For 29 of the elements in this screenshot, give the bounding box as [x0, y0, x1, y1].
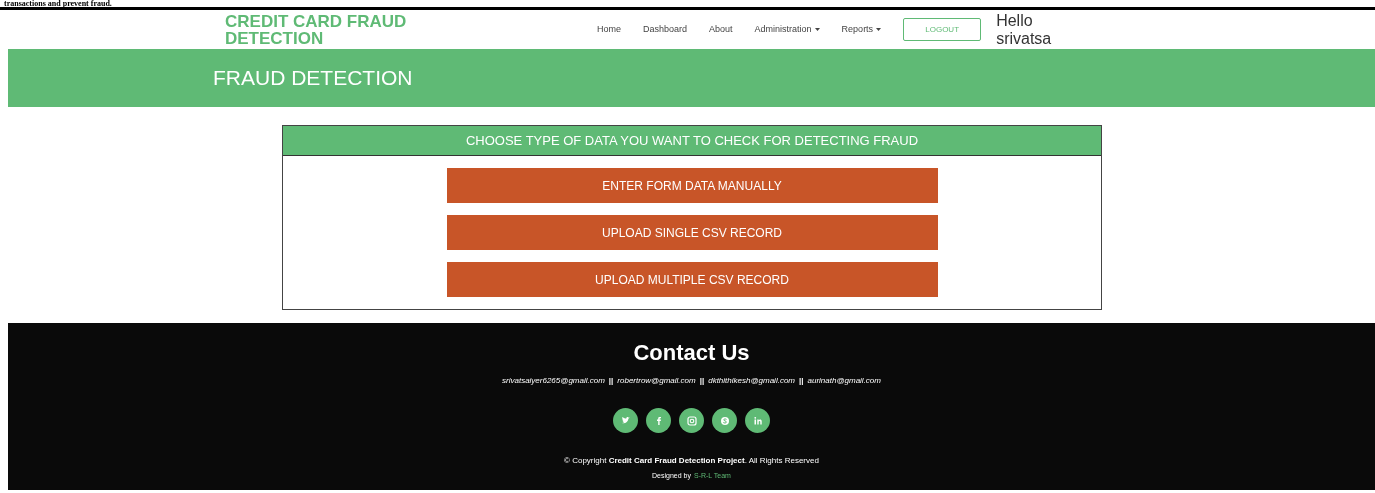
caret-icon [814, 28, 820, 31]
camera-icon [684, 413, 699, 428]
social-button[interactable] [712, 408, 737, 433]
separator-text: || [699, 375, 705, 387]
document-text: transactions and prevent fraud. [4, 0, 112, 7]
social-button[interactable] [745, 408, 770, 433]
nav-link[interactable]: Dashboard [643, 22, 688, 37]
email-link[interactable]: dkthithikesh@gmail.com [708, 375, 795, 387]
banner-title: FRAUD DETECTION [213, 65, 413, 92]
nav-link[interactable]: Home [597, 22, 621, 37]
greeting-text: Hello srivatsa [996, 11, 1053, 48]
email-link[interactable]: aurinath@gmail.com [807, 375, 881, 387]
email-link[interactable]: srivatsaiyer6265@gmail.com [502, 375, 605, 387]
email-link[interactable]: robertrow@gmail.com [617, 375, 696, 387]
social-button[interactable] [646, 408, 671, 433]
option-button[interactable]: ENTER FORM DATA MANUALLY [446, 168, 938, 203]
nav-link[interactable]: About [709, 22, 733, 37]
option-button[interactable]: UPLOAD SINGLE CSV RECORD [446, 215, 938, 250]
nav-dropdown[interactable]: Administration [754, 22, 820, 37]
footer-title: Contact Us [633, 340, 750, 366]
separator-text: || [799, 375, 804, 387]
social-button[interactable] [679, 408, 704, 433]
separator-text: || [608, 375, 614, 387]
caret-icon [876, 28, 882, 31]
option-button[interactable]: UPLOAD MULTIPLE CSV RECORD [446, 262, 938, 297]
copyright-text: © Copyright Credit Card Fraud Detection Project. All Rights Reserved [564, 455, 819, 467]
social-button[interactable] [613, 408, 638, 433]
panel-heading: CHOOSE TYPE OF DATA YOU WANT TO CHECK FOR DETECTING FRAUD [465, 131, 919, 150]
nav-dropdown[interactable]: Reports [841, 22, 882, 37]
